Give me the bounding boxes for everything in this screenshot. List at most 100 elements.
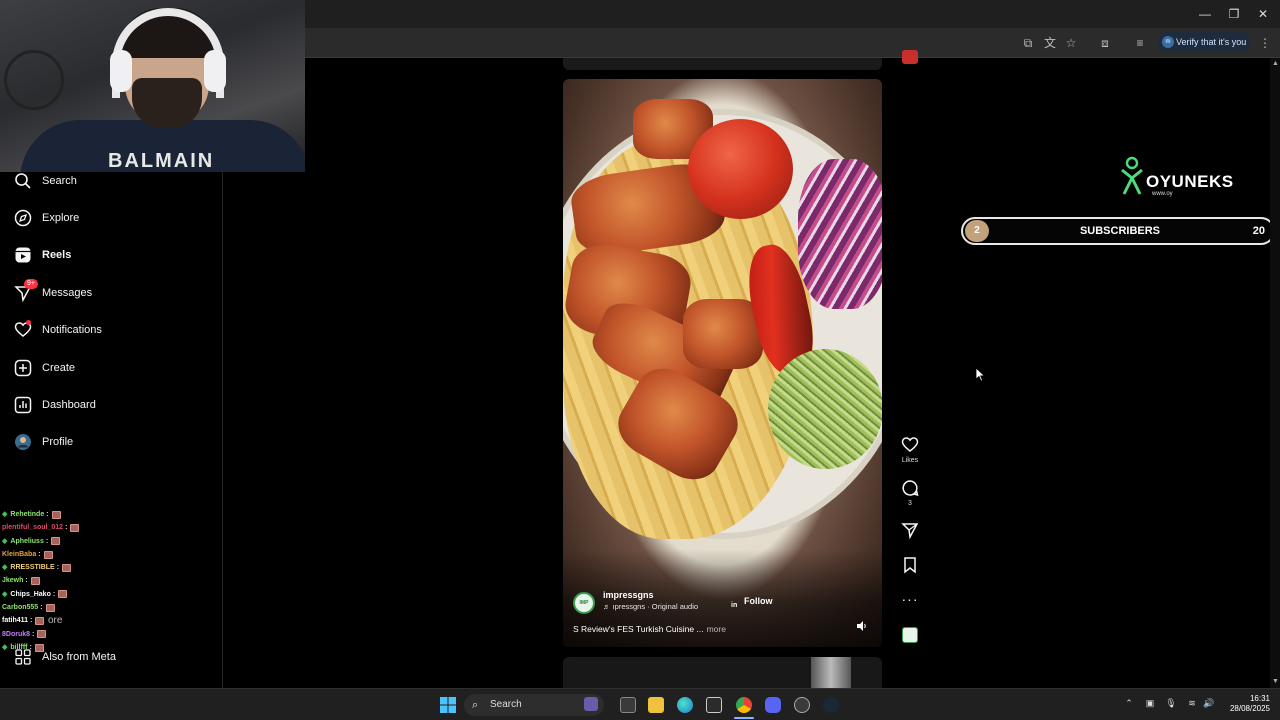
caption-more-link[interactable]: more — [707, 624, 726, 634]
sub-badge-icon: ◆ — [2, 511, 8, 518]
sub-badge-icon: ◆ — [2, 537, 8, 545]
tray-app-icon[interactable]: ▣ — [1144, 698, 1156, 709]
chat-username: RRESSTIBLE — [10, 564, 55, 572]
chat-separator: : — [40, 604, 43, 612]
bookmark-icon — [904, 557, 916, 574]
taskbar-search[interactable]: ⌕ Search — [464, 694, 604, 716]
chicken-piece — [683, 299, 763, 369]
chat-message: ◆ Rehetinde: — [2, 508, 182, 521]
emote-icon — [35, 617, 45, 626]
save-button[interactable] — [900, 556, 920, 579]
speaker-icon[interactable]: 🔊 — [1203, 698, 1215, 709]
sidebar-item-explore[interactable]: Explore — [14, 206, 79, 230]
task-view-icon[interactable] — [620, 697, 636, 713]
reel-caption: S Review's FES Turkish Cuisine ... more — [573, 624, 726, 634]
salad-greens — [768, 349, 882, 469]
sidebar-item-dashboard[interactable]: Dashboard — [14, 393, 96, 417]
reel-audio[interactable]: ♬ ıpressgns · Original audio — [603, 602, 698, 611]
previous-reel-avatar[interactable] — [902, 50, 918, 64]
share-button[interactable] — [900, 521, 920, 544]
webcam-overlay: BALMAIN — [0, 0, 305, 172]
red-onion — [798, 159, 882, 309]
sidebar-item-reels[interactable]: Reels — [14, 243, 71, 267]
active-app-indicator — [734, 717, 754, 719]
obs-icon[interactable] — [794, 697, 810, 713]
sub-badge-icon: ◆ — [2, 643, 8, 651]
drum-kit — [4, 50, 64, 110]
chrome-icon[interactable] — [736, 697, 752, 713]
oyuneks-logo: OYUNEKS www.oy — [1118, 156, 1242, 202]
chat-username: Carbon555 — [2, 604, 39, 612]
install-app-icon[interactable]: ⧉ — [1020, 35, 1036, 51]
volume-icon[interactable] — [855, 620, 869, 634]
stream-chat: ◆ Rehetinde: plentiful_soul_012: ◆ Apheliuss… — [2, 508, 182, 653]
comment-icon — [902, 480, 919, 497]
chat-username: fatih411 — [2, 617, 29, 625]
sidebar-item-profile[interactable]: Profile — [14, 430, 73, 454]
sidebar-item-messages[interactable]: 9+ Messages — [14, 279, 93, 305]
verify-profile-button[interactable]: m Verify that it's you — [1158, 32, 1250, 52]
emote-icon — [30, 577, 40, 586]
notification-dot — [26, 320, 31, 325]
clock[interactable]: 16:31 28/08/2025 — [1222, 694, 1270, 714]
chat-username: Rehetinde — [10, 511, 45, 518]
more-options-icon[interactable]: ··· — [900, 590, 920, 608]
kebab-menu-icon[interactable]: ⋮ — [1257, 35, 1273, 51]
clock-date: 28/08/2025 — [1229, 704, 1270, 713]
sidebar-item-label: Dashboard — [42, 399, 96, 411]
profile-avatar-icon: m — [1162, 36, 1174, 48]
chat-username: Jkewh — [2, 577, 24, 585]
audio-thumbnail[interactable] — [902, 627, 918, 643]
comment-button[interactable] — [900, 479, 920, 502]
sidebar-item-label: Search — [42, 175, 77, 187]
restore-icon[interactable]: ❐ — [1219, 4, 1249, 24]
microphone-icon[interactable]: 🎙 — [1165, 698, 1177, 709]
scroll-up-icon[interactable]: ▲ — [1272, 60, 1279, 67]
reels-icon — [14, 246, 32, 264]
chat-message: Carbon555: — [2, 601, 182, 614]
headset-cup-right — [204, 50, 226, 92]
scroll-down-icon[interactable]: ▼ — [1272, 678, 1279, 685]
close-icon[interactable]: ✕ — [1248, 4, 1278, 24]
chat-username: Chips_Hako — [10, 590, 51, 598]
tray-chevron-icon[interactable]: ⌃ — [1123, 698, 1135, 709]
chat-username: plentiful_soul_012 — [2, 524, 64, 532]
follow-button[interactable]: Follow — [744, 596, 773, 606]
reel-caption-text: S Review's FES Turkish Cuisine ... — [573, 624, 704, 634]
steam-icon[interactable] — [823, 697, 839, 713]
wifi-icon[interactable]: ≋ — [1186, 698, 1198, 709]
minimize-icon[interactable]: — — [1190, 4, 1220, 24]
bookmark-star-icon[interactable]: ☆ — [1063, 35, 1079, 51]
sidebar-item-create[interactable]: Create — [14, 356, 75, 380]
reel-username[interactable]: impressgns — [603, 590, 654, 600]
edge-icon[interactable] — [677, 697, 693, 713]
emote-icon — [62, 563, 72, 572]
sidebar-item-label: Messages — [42, 287, 93, 299]
file-explorer-icon[interactable] — [648, 697, 664, 713]
page-scrollbar[interactable] — [1270, 58, 1280, 688]
chat-message: ◆ Chips_Hako: — [2, 588, 182, 601]
chat-message: Jkewh: — [2, 574, 182, 587]
previous-reel[interactable] — [563, 58, 882, 70]
sidebar-item-search[interactable]: Search — [14, 169, 77, 193]
windows-start-icon[interactable] — [440, 697, 456, 713]
media-controls-icon[interactable]: ≡ — [1132, 35, 1148, 51]
translate-icon[interactable]: 文 — [1042, 35, 1058, 51]
store-icon[interactable] — [706, 697, 722, 713]
next-reel[interactable] — [563, 657, 882, 688]
like-button[interactable] — [900, 436, 920, 459]
mascot-icon — [1121, 156, 1143, 195]
discord-icon[interactable] — [765, 697, 781, 713]
logo-url: www.oy — [1152, 191, 1173, 197]
reel-author-avatar[interactable]: IMP — [573, 592, 595, 614]
sidebar-item-also-from-meta[interactable]: Also from Meta — [14, 648, 116, 666]
reel-video[interactable] — [563, 79, 882, 647]
sidebar-more-label[interactable]: ore — [48, 615, 62, 626]
chat-message: 8Doruk8: — [2, 628, 182, 641]
sub-badge-icon: ◆ — [2, 590, 8, 598]
extensions-icon[interactable]: ⧈ — [1097, 35, 1113, 51]
subscriber-label: SUBSCRIBERS — [1079, 225, 1161, 237]
next-reel-preview — [811, 657, 851, 688]
sidebar-item-notifications[interactable]: Notifications — [14, 318, 102, 342]
emote-icon — [45, 603, 55, 612]
